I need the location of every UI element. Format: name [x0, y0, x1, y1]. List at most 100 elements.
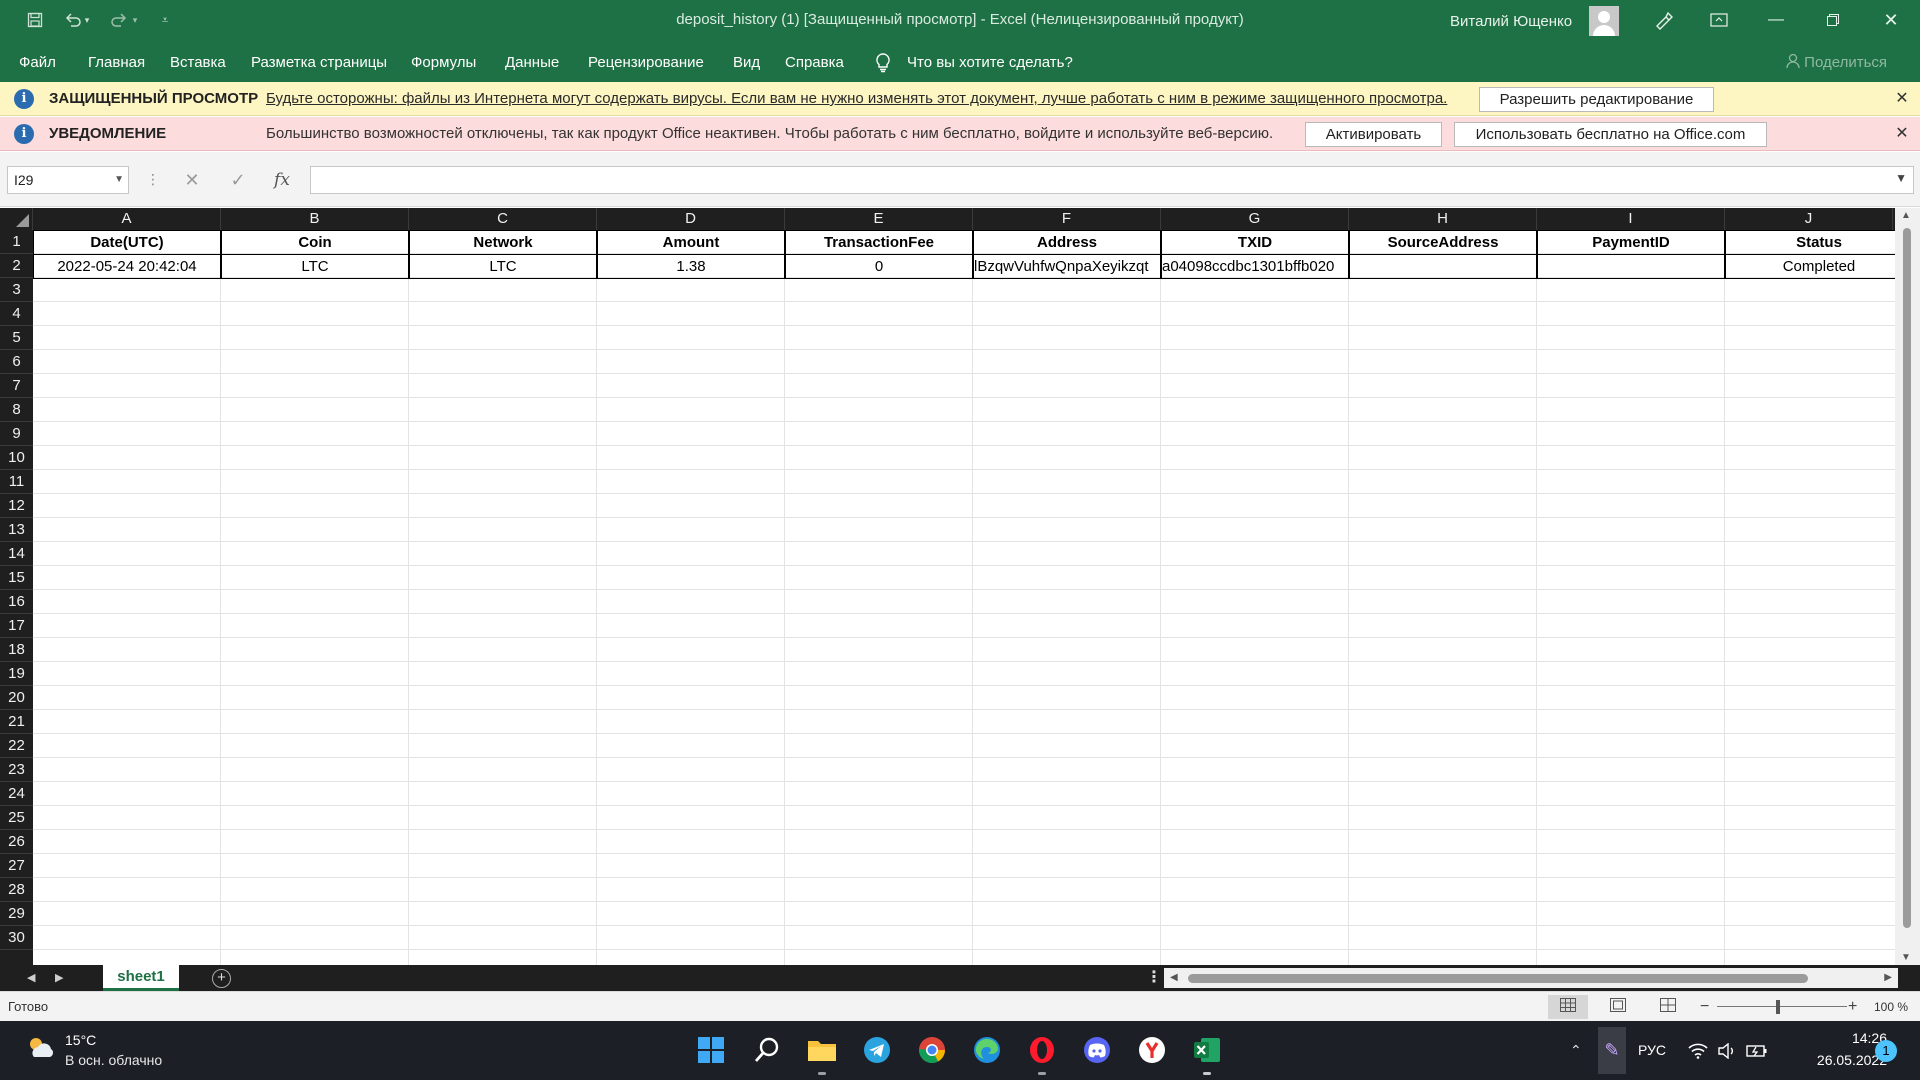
user-name[interactable]: Виталий Ющенко	[1450, 0, 1572, 40]
formula-input[interactable]: ▼	[310, 166, 1914, 194]
zoom-out-icon[interactable]: −	[1700, 992, 1709, 1022]
menu-view[interactable]: Вид	[733, 40, 760, 82]
row-header-24[interactable]: 24	[0, 782, 33, 806]
row-header-25[interactable]: 25	[0, 806, 33, 830]
cell-b2[interactable]: LTC	[222, 255, 408, 279]
column-header-c[interactable]: C	[409, 208, 597, 230]
save-icon[interactable]	[20, 8, 50, 32]
weather-icon[interactable]	[26, 1035, 56, 1061]
menu-help[interactable]: Справка	[785, 40, 844, 82]
zoom-in-icon[interactable]: +	[1848, 992, 1857, 1022]
formula-bar-resize-handle[interactable]: ⋮	[146, 168, 160, 190]
vertical-scrollbar[interactable]: ▲ ▼	[1895, 208, 1920, 965]
row-header-7[interactable]: 7	[0, 374, 33, 398]
cell-i2[interactable]	[1538, 255, 1724, 279]
row-header-29[interactable]: 29	[0, 902, 33, 926]
page-layout-view-icon[interactable]	[1598, 995, 1638, 1019]
cell-i1[interactable]: PaymentID	[1538, 231, 1724, 255]
row-header-13[interactable]: 13	[0, 518, 33, 542]
volume-icon[interactable]	[1718, 1021, 1736, 1080]
spreadsheet-grid[interactable]: ABCDEFGHIJ 1 2 3 4 5 6 7 8 9 10 11 12 13 14 15 16 17 18 19…	[0, 208, 1920, 965]
row-header-30[interactable]: 30	[0, 926, 33, 950]
cell-c2[interactable]: LTC	[410, 255, 596, 279]
cell-g1[interactable]: TXID	[1162, 231, 1348, 255]
row-header-9[interactable]: 9	[0, 422, 33, 446]
column-header-f[interactable]: F	[973, 208, 1161, 230]
add-sheet-icon[interactable]: +	[212, 969, 231, 988]
chevron-down-icon[interactable]: ▼	[114, 167, 124, 193]
scroll-up-icon[interactable]: ▲	[1901, 210, 1911, 221]
row-header-12[interactable]: 12	[0, 494, 33, 518]
scroll-down-icon[interactable]: ▼	[1901, 952, 1911, 963]
cell-a2[interactable]: 2022-05-24 20:42:04	[34, 255, 220, 279]
undo-dropdown-icon[interactable]: ▾	[80, 8, 94, 32]
horizontal-scroll-thumb[interactable]	[1188, 974, 1808, 983]
cell-g2[interactable]: a04098ccdbc1301bffb020	[1162, 255, 1348, 279]
battery-icon[interactable]	[1746, 1021, 1768, 1080]
tell-me-search[interactable]: Что вы хотите сделать?	[907, 40, 1073, 82]
menu-insert[interactable]: Вставка	[170, 40, 226, 82]
column-header-h[interactable]: H	[1349, 208, 1537, 230]
column-header-g[interactable]: G	[1161, 208, 1349, 230]
cell-a1[interactable]: Date(UTC)	[34, 231, 220, 255]
cell-b1[interactable]: Coin	[222, 231, 408, 255]
column-header-i[interactable]: I	[1537, 208, 1725, 230]
scroll-right-icon[interactable]: ▶	[1884, 972, 1892, 983]
cell-e2[interactable]: 0	[786, 255, 972, 279]
redo-dropdown-icon[interactable]: ▾	[128, 8, 142, 32]
horizontal-scrollbar[interactable]: ◀ ▶	[1164, 968, 1898, 988]
row-header-8[interactable]: 8	[0, 398, 33, 422]
row-header-10[interactable]: 10	[0, 446, 33, 470]
activate-button[interactable]: Активировать	[1305, 122, 1442, 147]
weather-temperature[interactable]: 15°C	[65, 1032, 96, 1048]
menu-review[interactable]: Рецензирование	[588, 40, 704, 82]
wifi-icon[interactable]	[1688, 1021, 1708, 1080]
close-icon[interactable]: ✕	[1890, 82, 1914, 116]
column-header-d[interactable]: D	[597, 208, 785, 230]
input-language[interactable]: РУС	[1638, 1021, 1666, 1080]
row-header-18[interactable]: 18	[0, 638, 33, 662]
menu-file[interactable]: Файл	[19, 40, 56, 82]
column-header-b[interactable]: B	[221, 208, 409, 230]
opera-icon[interactable]	[1025, 1033, 1059, 1067]
normal-view-icon[interactable]	[1548, 995, 1588, 1019]
row-header-21[interactable]: 21	[0, 710, 33, 734]
pen-icon[interactable]	[1640, 0, 1686, 40]
row-header-23[interactable]: 23	[0, 758, 33, 782]
prev-sheet-icon[interactable]: ◀	[27, 965, 35, 991]
ribbon-display-options-icon[interactable]	[1696, 0, 1742, 40]
weather-description[interactable]: В осн. облачно	[65, 1052, 162, 1068]
row-header-20[interactable]: 20	[0, 686, 33, 710]
vertical-scroll-thumb[interactable]	[1903, 228, 1911, 928]
chrome-icon[interactable]	[915, 1033, 949, 1067]
zoom-slider-thumb[interactable]	[1776, 1000, 1780, 1014]
menu-home[interactable]: Главная	[88, 40, 145, 82]
cell-j2[interactable]: Completed	[1726, 255, 1912, 279]
row-header-26[interactable]: 26	[0, 830, 33, 854]
discord-icon[interactable]	[1080, 1033, 1114, 1067]
cell-e1[interactable]: TransactionFee	[786, 231, 972, 255]
close-icon[interactable]: ✕	[1890, 117, 1914, 151]
edge-icon[interactable]	[970, 1033, 1004, 1067]
chevron-down-icon[interactable]: ▼	[1895, 171, 1907, 185]
row-header-6[interactable]: 6	[0, 350, 33, 374]
column-header-a[interactable]: A	[33, 208, 221, 230]
row-header-17[interactable]: 17	[0, 614, 33, 638]
tab-split-handle[interactable]: ⋮	[1146, 965, 1162, 991]
cell-h2[interactable]	[1350, 255, 1536, 279]
row-header-2[interactable]: 2	[0, 254, 33, 278]
column-header-j[interactable]: J	[1725, 208, 1893, 230]
cancel-icon[interactable]: ✕	[176, 166, 208, 194]
cell-h1[interactable]: SourceAddress	[1350, 231, 1536, 255]
column-header-e[interactable]: E	[785, 208, 973, 230]
notification-badge[interactable]: 1	[1875, 1040, 1897, 1062]
row-header-28[interactable]: 28	[0, 878, 33, 902]
windows-start-icon[interactable]	[694, 1033, 728, 1067]
sheet-tab-sheet1[interactable]: sheet1	[103, 965, 179, 991]
row-header-5[interactable]: 5	[0, 326, 33, 350]
row-header-11[interactable]: 11	[0, 470, 33, 494]
telegram-icon[interactable]	[860, 1033, 894, 1067]
lightbulb-icon[interactable]	[875, 40, 891, 82]
show-hidden-icons-icon[interactable]: ⌃	[1570, 1021, 1582, 1080]
row-header-1[interactable]: 1	[0, 230, 33, 254]
